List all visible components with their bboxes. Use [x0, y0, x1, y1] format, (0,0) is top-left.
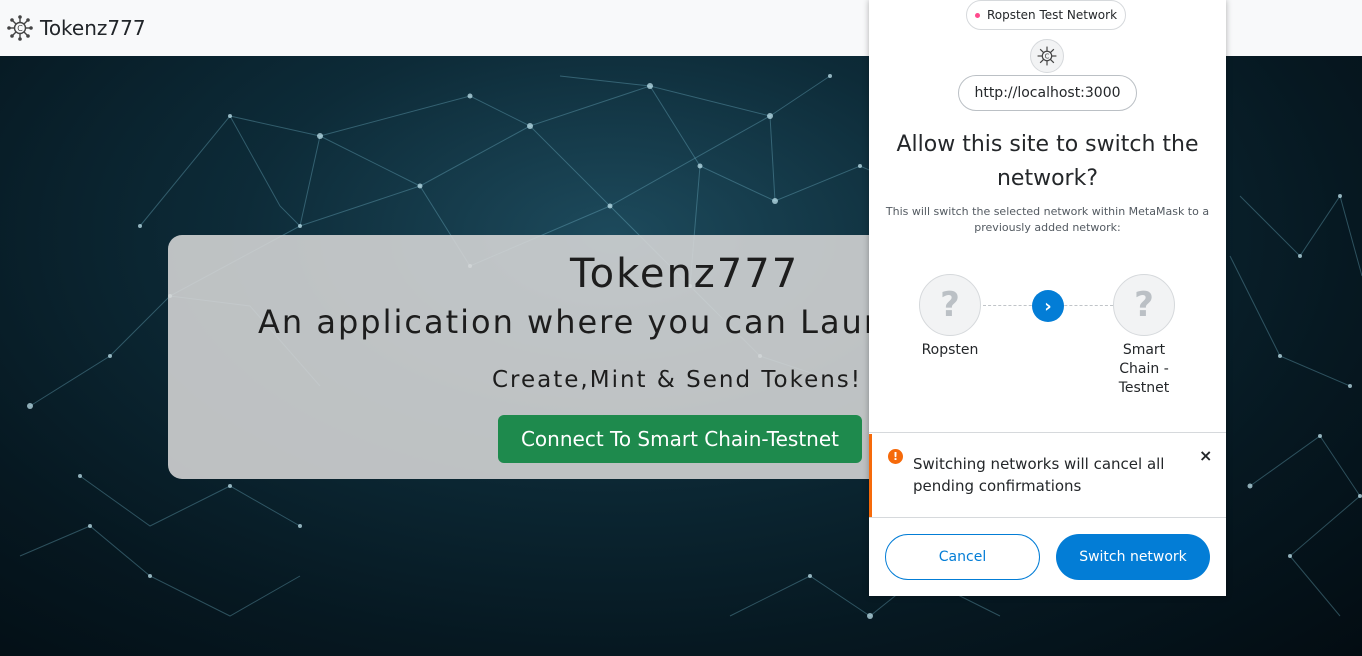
- hero-title: Tokenz777: [570, 251, 800, 297]
- svg-text:C: C: [17, 24, 23, 33]
- site-favicon-icon: C: [1030, 39, 1064, 73]
- to-network-label: Smart Chain - Testnet: [1104, 341, 1184, 398]
- dialog-title: Allow this site to switch the network?: [869, 128, 1226, 196]
- from-network-label: Ropsten: [921, 342, 979, 358]
- to-network-question-icon: ?: [1113, 274, 1175, 336]
- to-network-label-line: Chain -: [1119, 361, 1169, 377]
- dialog-description: This will switch the selected network wi…: [885, 205, 1210, 234]
- hero-tagline: Create,Mint & Send Tokens!: [492, 367, 863, 393]
- site-origin: http://localhost:3000: [958, 75, 1137, 111]
- network-name: Ropsten Test Network: [986, 8, 1118, 22]
- dialog-title-line-2: network?: [996, 166, 1099, 191]
- warning-banner: ! Switching networks will cancel all pen…: [869, 434, 1226, 517]
- network-hub-icon: C: [7, 15, 33, 41]
- network-status-dot: [974, 12, 980, 18]
- arrow-right-icon: ›: [1032, 290, 1064, 322]
- brand-name: Tokenz777: [40, 16, 146, 40]
- hero-subtitle: An application where you can Laun: [258, 303, 887, 341]
- dialog-title-line-1: Allow this site to switch the: [896, 132, 1199, 157]
- close-icon[interactable]: ×: [1199, 446, 1212, 465]
- divider: [869, 432, 1226, 433]
- hero-card: Tokenz777 An application where you can L…: [168, 235, 888, 479]
- cancel-button[interactable]: Cancel: [885, 534, 1040, 580]
- to-network-label-line: Smart: [1122, 342, 1166, 358]
- network-indicator[interactable]: Ropsten Test Network: [966, 0, 1126, 30]
- metamask-switch-network-dialog: Ropsten Test Network C http://localhost:…: [869, 0, 1226, 596]
- connect-smart-chain-button[interactable]: Connect To Smart Chain-Testnet: [498, 415, 862, 463]
- warning-icon: !: [888, 449, 903, 464]
- warning-text: Switching networks will cancel all pendi…: [913, 455, 1165, 495]
- to-network-label-line: Testnet: [1118, 380, 1170, 396]
- divider: [869, 517, 1226, 518]
- switch-network-button[interactable]: Switch network: [1056, 534, 1210, 580]
- from-network-question-icon: ?: [919, 274, 981, 336]
- svg-text:C: C: [1045, 53, 1050, 61]
- brand-link[interactable]: C Tokenz777: [6, 14, 146, 42]
